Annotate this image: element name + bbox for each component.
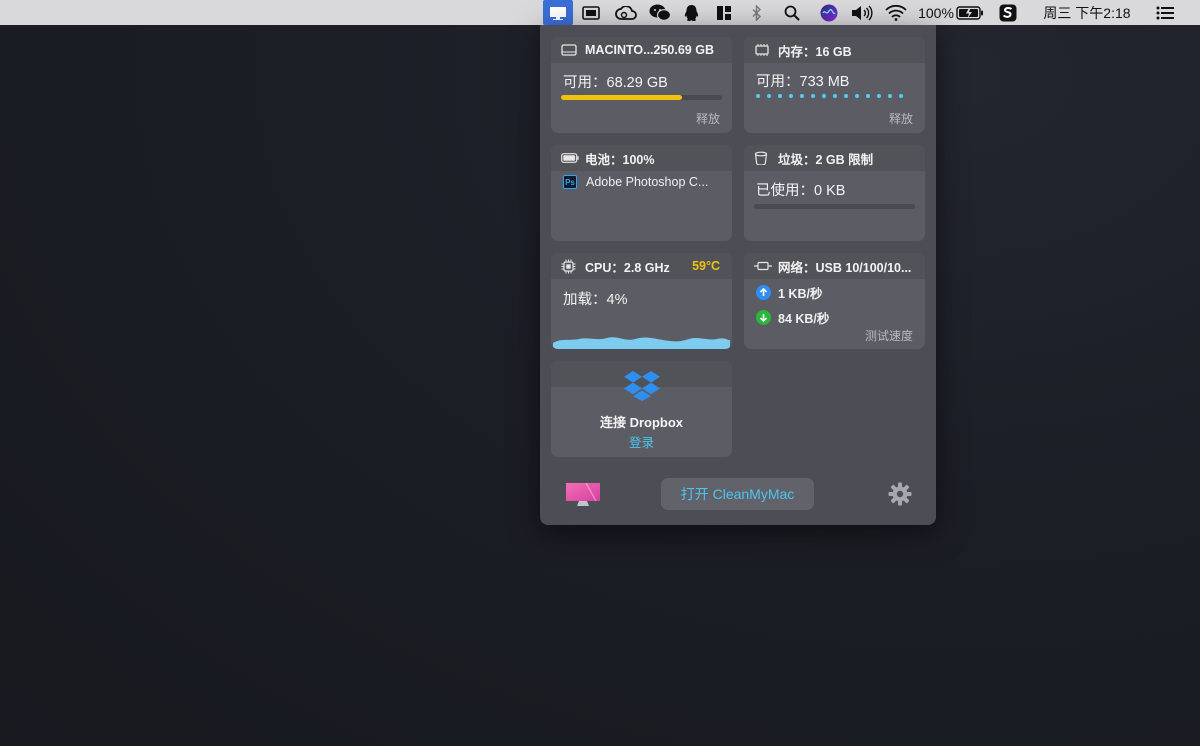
download-speed-row: 84 KB/秒 xyxy=(756,308,829,327)
disk-usage-fill xyxy=(561,95,682,100)
open-cleanmymac-button[interactable]: 打开 CleanMyMac xyxy=(661,478,814,510)
layout-icon[interactable] xyxy=(713,0,735,25)
photoshop-icon: Ps xyxy=(563,175,577,189)
memory-free-up-link[interactable]: 释放 xyxy=(889,110,913,127)
memory-usage-dots xyxy=(756,94,903,98)
memory-available: 可用：733 MB xyxy=(756,74,850,90)
trash-title: 垃圾：2 GB 限制 xyxy=(778,152,874,167)
speed-test-link[interactable]: 测试速度 xyxy=(865,327,913,344)
battery-title: 电池：100% xyxy=(585,152,655,167)
download-arrow-icon xyxy=(756,310,771,325)
disk-card-header: MACINTO...250.69 GB xyxy=(551,37,732,63)
network-title: 网络：USB 10/100/10... xyxy=(778,260,912,275)
memory-chip-icon xyxy=(754,43,772,57)
upload-speed: 1 KB/秒 xyxy=(778,287,823,301)
cleanmymac-app-icon[interactable] xyxy=(564,480,602,513)
memory-title: 内存：16 GB xyxy=(778,44,852,59)
bluetooth-icon[interactable] xyxy=(746,0,768,25)
battery-percent: 100% xyxy=(918,4,954,21)
network-card[interactable]: 网络：USB 10/100/10... 1 KB/秒 84 KB/秒 测试速度 xyxy=(744,253,925,349)
settings-gear-icon[interactable] xyxy=(887,481,913,512)
dropbox-login-link[interactable]: 登录 xyxy=(551,432,732,451)
dropbox-logo-icon xyxy=(551,369,732,401)
ethernet-icon xyxy=(754,259,772,273)
disk-available: 可用：68.29 GB xyxy=(563,75,668,91)
cpu-title: CPU：2.8 GHz xyxy=(585,260,670,275)
trash-used: 已使用：0 KB xyxy=(756,183,846,199)
network-card-header: 网络：USB 10/100/10... xyxy=(744,253,925,279)
wechat-icon[interactable] xyxy=(647,0,673,25)
disk-card[interactable]: MACINTO...250.69 GB 可用：68.29 GB 释放 xyxy=(551,37,732,133)
memory-card[interactable]: 内存：16 GB 可用：733 MB 释放 xyxy=(744,37,925,133)
disk-title: MACINTO...250.69 GB xyxy=(585,43,714,57)
disk-usage-bar xyxy=(561,95,722,100)
dropbox-card[interactable]: 连接 Dropbox 登录 xyxy=(551,361,732,457)
cpu-chip-icon xyxy=(561,259,579,273)
cpu-load: 加载：4% xyxy=(563,292,628,308)
wifi-icon[interactable] xyxy=(883,0,909,25)
cleanmymac-menu-panel: MACINTO...250.69 GB 可用：68.29 GB 释放 内存：16… xyxy=(540,25,936,525)
volume-icon[interactable] xyxy=(849,0,875,25)
battery-icon[interactable] xyxy=(955,0,985,25)
search-icon[interactable] xyxy=(781,0,803,25)
battery-status-icon xyxy=(561,151,579,165)
upload-arrow-icon xyxy=(756,285,771,300)
battery-top-app[interactable]: Ps Adobe Photoshop C... xyxy=(563,175,708,189)
disk-icon xyxy=(561,43,579,57)
trash-usage-bar xyxy=(754,204,915,209)
sogou-input-icon[interactable] xyxy=(996,0,1020,25)
screen-icon[interactable] xyxy=(579,0,603,25)
creative-cloud-icon[interactable] xyxy=(613,0,639,25)
disk-free-up-link[interactable]: 释放 xyxy=(696,110,720,127)
cpu-card-header: CPU：2.8 GHz 59°C xyxy=(551,253,732,279)
memory-card-header: 内存：16 GB xyxy=(744,37,925,63)
dropbox-connect-title: 连接 Dropbox xyxy=(599,415,684,430)
cpu-card[interactable]: CPU：2.8 GHz 59°C 加载：4% xyxy=(551,253,732,349)
siri-icon[interactable] xyxy=(817,0,841,25)
cpu-temperature: 59°C xyxy=(692,259,720,273)
upload-speed-row: 1 KB/秒 xyxy=(756,283,822,302)
cleanmymac-menu-icon[interactable] xyxy=(543,0,573,25)
trash-card-header: 垃圾：2 GB 限制 xyxy=(744,145,925,171)
cpu-load-graph xyxy=(553,337,730,349)
menu-bar: 100% 周三 下午2:18 xyxy=(0,0,1200,25)
notification-center-icon[interactable] xyxy=(1153,0,1177,25)
clock[interactable]: 周三 下午2:18 xyxy=(1036,0,1138,25)
download-speed: 84 KB/秒 xyxy=(778,312,830,326)
battery-card[interactable]: 电池：100% Ps Adobe Photoshop C... xyxy=(551,145,732,241)
trash-icon xyxy=(754,151,772,165)
battery-card-header: 电池：100% xyxy=(551,145,732,171)
qq-icon[interactable] xyxy=(680,0,702,25)
trash-card[interactable]: 垃圾：2 GB 限制 已使用：0 KB xyxy=(744,145,925,241)
battery-top-app-name: Adobe Photoshop C... xyxy=(586,175,709,189)
